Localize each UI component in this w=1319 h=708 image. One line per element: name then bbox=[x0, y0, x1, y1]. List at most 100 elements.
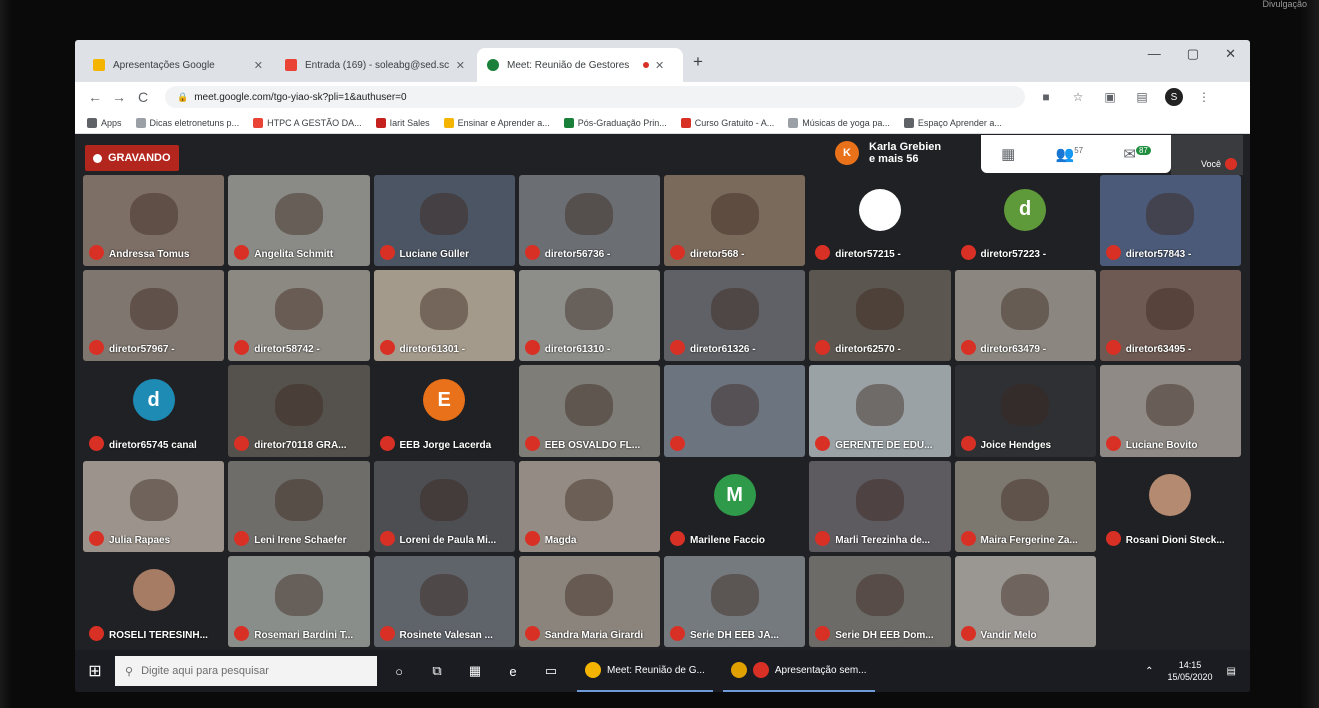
participant-tile[interactable]: Serie DH EEB Dom... bbox=[809, 555, 951, 647]
participant-video bbox=[274, 574, 323, 616]
taskbar-clock[interactable]: 14:15 15/05/2020 bbox=[1168, 659, 1213, 683]
lock-icon: 🔒 bbox=[177, 91, 189, 102]
participant-tile[interactable]: Angelita Schmitt bbox=[228, 175, 370, 267]
participant-tile[interactable]: Maira Fergerine Za... bbox=[954, 460, 1096, 552]
extension-icon[interactable]: ▣ bbox=[1099, 90, 1121, 104]
participant-tile[interactable]: Magda bbox=[518, 460, 660, 552]
tab-apresentacoes[interactable]: Apresentações Google ✕ bbox=[83, 48, 273, 82]
participant-tile[interactable]: Luciane Bovito bbox=[1099, 365, 1241, 457]
participant-tile[interactable]: E EEB Jorge Lacerda bbox=[373, 365, 515, 457]
bookmark-item[interactable]: Iarit Sales bbox=[375, 117, 430, 128]
taskbar-chrome-meet[interactable]: Meet: Reunião de G... bbox=[577, 650, 713, 692]
window-close-icon[interactable]: ✕ bbox=[1225, 46, 1236, 62]
participant-name: diretor57967 - bbox=[109, 344, 175, 356]
taskbar-chrome-slides[interactable]: Apresentação sem... bbox=[722, 650, 875, 692]
participant-tile[interactable]: Rosani Dioni Steck... bbox=[1099, 460, 1241, 552]
participant-tile[interactable]: diretor568 - bbox=[664, 175, 806, 267]
taskbar-search-input[interactable]: ⚲ Digite aqui para pesquisar bbox=[115, 656, 377, 686]
participant-tile[interactable]: diretor70118 GRA... bbox=[228, 365, 370, 457]
participant-tile[interactable]: Rosinete Valesan ... bbox=[373, 555, 515, 647]
participant-tile[interactable]: Vandir Melo bbox=[954, 555, 1096, 647]
participant-tile[interactable]: Serie DH EEB JA... bbox=[664, 555, 806, 647]
participant-tile[interactable]: Marli Terezinha de... bbox=[809, 460, 951, 552]
forward-icon[interactable]: → bbox=[107, 89, 131, 105]
participant-name: Joice Hendges bbox=[980, 439, 1052, 451]
participant-tile[interactable]: Leni Irene Schaefer bbox=[228, 460, 370, 552]
close-icon[interactable]: ✕ bbox=[254, 59, 263, 72]
bookmark-item[interactable]: Músicas de yoga pa... bbox=[788, 117, 890, 128]
tab-gmail[interactable]: Entrada (169) - soleabg@sed.sc ✕ bbox=[275, 48, 475, 82]
edge-icon[interactable]: e bbox=[497, 664, 529, 679]
participant-tile[interactable]: GERENTE DE EDU... bbox=[809, 365, 951, 457]
mic-off-icon bbox=[234, 625, 250, 641]
participant-tile[interactable]: Rosemari Bardini T... bbox=[228, 555, 370, 647]
explorer-icon[interactable]: ▭ bbox=[535, 663, 567, 679]
participant-tile[interactable]: d diretor57223 - bbox=[954, 175, 1096, 267]
bookmark-item[interactable]: Dicas eletronetuns p... bbox=[135, 117, 239, 128]
task-view-icon[interactable]: ⧉ bbox=[421, 663, 453, 679]
participant-tile[interactable]: EEB OSVALDO FL... bbox=[518, 365, 660, 457]
bookmark-item[interactable]: Ensinar e Aprender a... bbox=[443, 117, 550, 128]
participant-tile[interactable]: diretor63479 - bbox=[954, 270, 1096, 362]
participant-tile[interactable]: Joice Hendges bbox=[954, 365, 1096, 457]
participant-tile[interactable]: diretor57843 - bbox=[1099, 175, 1241, 267]
participant-name: Loreni de Paula Mi... bbox=[399, 534, 497, 546]
bookmark-item[interactable]: Pós-Graduação Prin... bbox=[563, 117, 667, 128]
participant-tile[interactable]: diretor63495 - bbox=[1099, 270, 1241, 362]
menu-icon[interactable]: ⋮ bbox=[1193, 90, 1215, 104]
participant-name: EEB Jorge Lacerda bbox=[399, 439, 492, 451]
bookmark-item[interactable]: Apps bbox=[87, 117, 122, 128]
tray-expand-icon[interactable]: ⌃ bbox=[1145, 666, 1153, 677]
participant-tile[interactable]: diretor56736 - bbox=[518, 175, 660, 267]
close-icon[interactable]: ✕ bbox=[655, 59, 664, 72]
profile-avatar[interactable]: S bbox=[1165, 88, 1183, 106]
participant-tile[interactable]: diretor57967 - bbox=[83, 270, 225, 362]
close-icon[interactable]: ✕ bbox=[456, 59, 465, 72]
participant-tile[interactable]: Julia Rapaes bbox=[83, 460, 225, 552]
participant-tile[interactable]: diretor58742 - bbox=[228, 270, 370, 362]
participant-tile[interactable]: diretor61326 - bbox=[664, 270, 806, 362]
tab-meet[interactable]: Meet: Reunião de Gestores ✕ bbox=[477, 48, 683, 82]
back-icon[interactable]: ← bbox=[83, 89, 107, 105]
people-button[interactable]: 👥57 bbox=[1056, 145, 1084, 163]
presenter-info: K Karla Grebien e mais 56 bbox=[835, 141, 941, 165]
participant-tile[interactable]: ROSELI TERESINH... bbox=[83, 555, 225, 647]
participant-name: diretor70118 GRA... bbox=[254, 439, 347, 451]
address-bar[interactable]: 🔒 meet.google.com/tgo-yiao-sk?pli=1&auth… bbox=[165, 86, 1025, 108]
camera-icon[interactable]: ■ bbox=[1035, 90, 1057, 104]
bookmark-item[interactable]: HTPC A GESTÃO DA... bbox=[253, 117, 362, 128]
mic-off-icon bbox=[379, 340, 395, 356]
notifications-icon[interactable]: ▤ bbox=[1227, 666, 1236, 677]
participant-tile[interactable] bbox=[664, 365, 806, 457]
participant-tile[interactable]: Luciane Güller bbox=[373, 175, 515, 267]
bookmark-item[interactable]: Espaço Aprender a... bbox=[903, 117, 1002, 128]
maximize-icon[interactable]: ▢ bbox=[1187, 46, 1199, 62]
new-tab-button[interactable]: + bbox=[693, 52, 703, 72]
grid-layout-icon[interactable]: ▦ bbox=[1001, 145, 1015, 163]
chat-button[interactable]: ✉ 87 bbox=[1123, 145, 1151, 163]
windows-start-icon[interactable]: ⊞ bbox=[75, 661, 115, 681]
cortana-icon[interactable]: ○ bbox=[383, 664, 415, 679]
participant-tile[interactable]: Andressa Tomus bbox=[83, 175, 225, 267]
minimize-icon[interactable]: — bbox=[1148, 46, 1161, 62]
participant-tile[interactable]: M Marilene Faccio bbox=[664, 460, 806, 552]
participant-video bbox=[855, 383, 904, 426]
participant-video bbox=[1146, 288, 1195, 331]
reload-icon[interactable]: C bbox=[131, 89, 155, 105]
store-icon[interactable]: ▦ bbox=[459, 663, 491, 679]
star-icon[interactable]: ☆ bbox=[1067, 90, 1089, 104]
participant-tile[interactable]: d diretor65745 canal bbox=[83, 365, 225, 457]
participant-video bbox=[274, 288, 323, 331]
participant-tile[interactable]: diretor61310 - bbox=[518, 270, 660, 362]
mic-off-icon bbox=[89, 435, 104, 451]
participant-video bbox=[420, 288, 469, 331]
participant-tile[interactable]: diretor62570 - bbox=[809, 270, 951, 362]
participant-tile[interactable]: diretor57215 - bbox=[809, 175, 951, 267]
participant-tile[interactable]: diretor61301 - bbox=[373, 270, 515, 362]
self-view-tile[interactable]: Você bbox=[1171, 135, 1243, 175]
cast-icon[interactable]: ▤ bbox=[1131, 90, 1153, 104]
participant-tile[interactable]: Sandra Maria Girardi bbox=[518, 555, 660, 647]
participant-tile[interactable]: Loreni de Paula Mi... bbox=[373, 460, 515, 552]
chat-count-badge: 87 bbox=[1135, 146, 1151, 155]
bookmark-item[interactable]: Curso Gratuito - A... bbox=[680, 117, 774, 128]
